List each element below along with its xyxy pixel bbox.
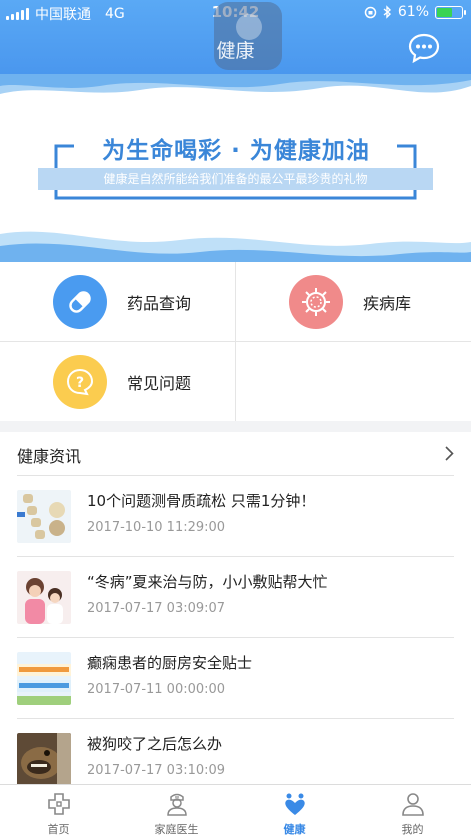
news-date: 2017-07-17 03:09:07: [87, 601, 226, 616]
doctor-icon: [166, 793, 187, 816]
grid-item-label: 药品查询: [127, 293, 192, 313]
news-headline: 被狗咬了之后怎么办: [87, 735, 223, 753]
news-headline: 癫痫患者的厨房安全贴士: [87, 654, 253, 672]
home-cross-icon: [47, 793, 70, 815]
news-header[interactable]: 健康资讯: [17, 432, 454, 476]
tab-label: 健康: [283, 823, 306, 836]
news-section-title: 健康资讯: [17, 447, 82, 466]
heart-person-icon: [284, 793, 305, 815]
feature-grid: 药品查询 疾病库 ? 常见问题: [0, 262, 471, 421]
chevron-right-icon: [445, 446, 454, 461]
news-date: 2017-10-10 11:29:00: [87, 520, 226, 535]
news-thumbnail-kitchen: [17, 652, 71, 705]
tab-mine[interactable]: 我的: [354, 785, 471, 837]
news-date: 2017-07-11 00:00:00: [87, 682, 226, 697]
tab-label: 我的: [401, 823, 424, 836]
news-item[interactable]: “冬病”夏来治与防，小小敷贴帮大忙 2017-07-17 03:09:07: [17, 557, 454, 638]
grid-item-label: 疾病库: [363, 293, 412, 313]
page-title: 健康: [216, 40, 255, 62]
grid-item-label: 常见问题: [127, 373, 192, 393]
news-item[interactable]: 癫痫患者的厨房安全贴士 2017-07-11 00:00:00: [17, 638, 454, 719]
news-thumbnail-family: [17, 571, 71, 624]
tab-home[interactable]: 首页: [0, 785, 117, 837]
grid-item-faq[interactable]: ? 常见问题: [0, 342, 235, 421]
banner[interactable]: 为生命喝彩 · 为健康加油 健康是自然所能给我们准备的最公平最珍贵的礼物: [0, 74, 471, 262]
question-icon: ?: [53, 354, 107, 409]
banner-subslogan: 健康是自然所能给我们准备的最公平最珍贵的礼物: [38, 168, 433, 190]
orientation-lock-icon: [364, 6, 377, 18]
tab-label: 家庭医生: [154, 823, 199, 836]
banner-slogan: 为生命喝彩 · 为健康加油: [102, 138, 370, 164]
pill-icon: [53, 274, 107, 329]
battery-icon: [435, 5, 466, 19]
news-item[interactable]: 被狗咬了之后怎么办 2017-07-17 03:10:09: [17, 719, 454, 784]
profile-icon: [401, 793, 424, 816]
tab-label: 首页: [47, 823, 70, 836]
virus-icon: [289, 274, 343, 329]
battery-percent: 61%: [397, 4, 429, 20]
news-thumbnail-dog: [17, 733, 71, 784]
news-headline: “冬病”夏来治与防，小小敷贴帮大忙: [87, 573, 328, 591]
news-date: 2017-07-17 03:10:09: [87, 763, 226, 778]
svg-text:?: ?: [76, 375, 84, 391]
news-thumbnail-bones: [17, 490, 71, 543]
bottom-tab-bar: 首页 家庭医生 健康 我的: [0, 784, 471, 837]
news-section: 健康资讯 10个问题测骨质疏松 只需1分钟！ 2017-10-10 11:29:…: [0, 432, 471, 784]
news-headline: 10个问题测骨质疏松 只需1分钟！: [87, 492, 316, 510]
chat-bubble-icon[interactable]: [408, 33, 440, 63]
tab-health[interactable]: 健康: [236, 785, 353, 837]
grid-item-drug-search[interactable]: 药品查询: [0, 262, 235, 341]
bluetooth-icon: [383, 5, 391, 19]
header-bar: 中国联通 4G 10:42 61% 健康: [0, 0, 471, 74]
news-item[interactable]: 10个问题测骨质疏松 只需1分钟！ 2017-10-10 11:29:00: [17, 476, 454, 557]
tab-family-doctor[interactable]: 家庭医生: [118, 785, 235, 837]
grid-item-disease-library[interactable]: 疾病库: [236, 262, 471, 341]
